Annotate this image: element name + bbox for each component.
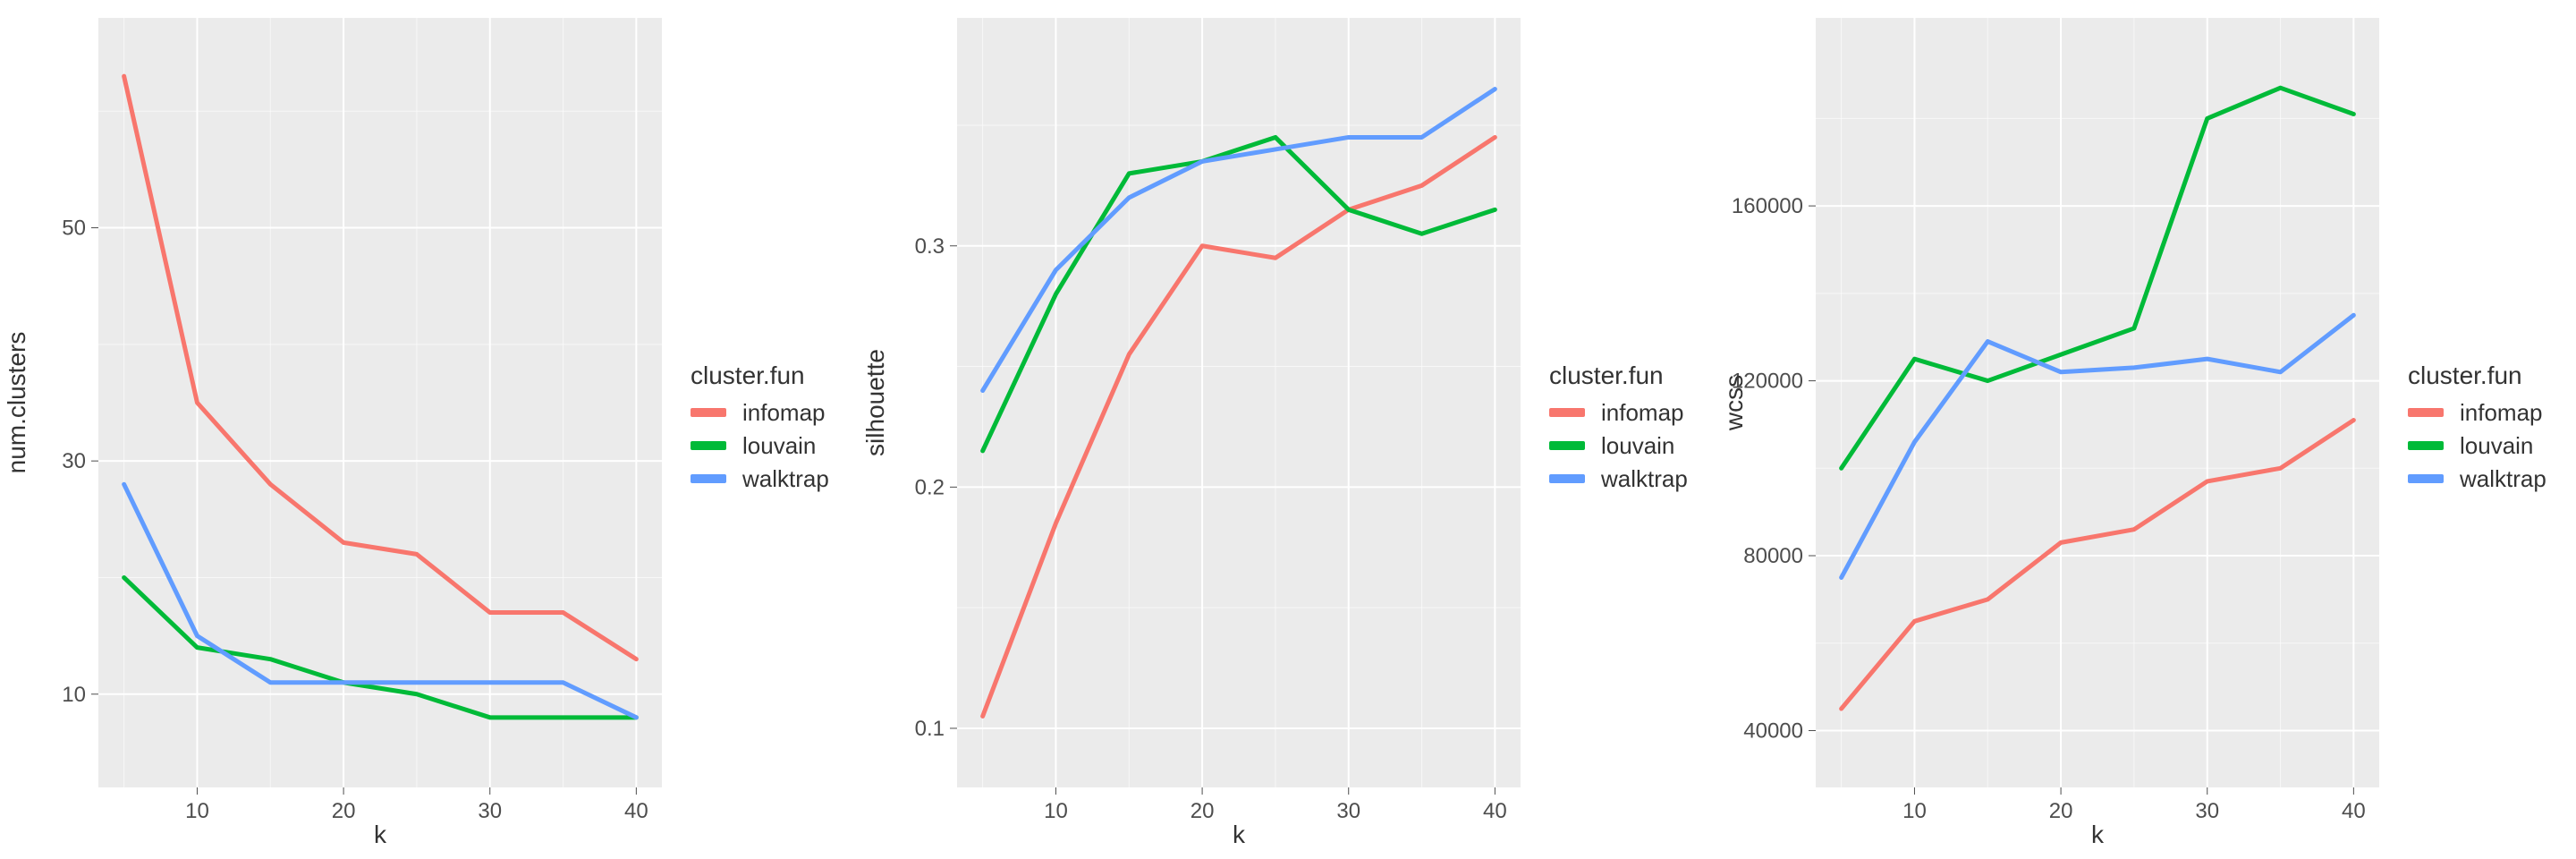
chart-panel: 102030404000080000120000160000kwcss bbox=[1717, 0, 2397, 859]
legend-title: cluster.fun bbox=[2408, 361, 2546, 390]
x-axis-title: k bbox=[374, 821, 387, 848]
x-tick-label: 40 bbox=[2342, 799, 2366, 823]
chart-facet: 10 20 30 40 10 30 50 k num.clusters cluster.fun in… bbox=[0, 0, 859, 859]
legend-label: louvain bbox=[2460, 432, 2533, 460]
legend-swatch bbox=[2408, 474, 2444, 483]
y-axis-title: silhouette bbox=[861, 349, 889, 456]
y-tick-label: 0.3 bbox=[915, 234, 945, 259]
legend-label: walktrap bbox=[2460, 465, 2546, 493]
legend-swatch bbox=[691, 474, 726, 483]
y-axis-title: num.clusters bbox=[3, 332, 30, 474]
panel-bg bbox=[957, 18, 1521, 787]
legend-entry: infomap bbox=[691, 399, 829, 427]
y-tick-label: 10 bbox=[62, 683, 86, 707]
legend-label: walktrap bbox=[742, 465, 829, 493]
x-axis-title: k bbox=[1233, 821, 1246, 848]
x-tick-label: 20 bbox=[332, 799, 356, 823]
legend-label: walktrap bbox=[1601, 465, 1688, 493]
x-tick-label: 30 bbox=[478, 799, 502, 823]
panel-bg bbox=[1816, 18, 2379, 787]
x-axis-title: k bbox=[2091, 821, 2105, 848]
legend: cluster.fun infomap louvain walktrap bbox=[1549, 361, 1688, 498]
legend-title: cluster.fun bbox=[1549, 361, 1688, 390]
x-tick-label: 20 bbox=[1191, 799, 1215, 823]
x-tick-label: 30 bbox=[2195, 799, 2219, 823]
legend-label: infomap bbox=[2460, 399, 2543, 427]
legend-entry: louvain bbox=[691, 432, 829, 460]
x-tick-label: 10 bbox=[1044, 799, 1068, 823]
legend-entry: louvain bbox=[1549, 432, 1688, 460]
x-tick-label: 40 bbox=[624, 799, 648, 823]
legend-entry: walktrap bbox=[1549, 465, 1688, 493]
legend-entry: infomap bbox=[2408, 399, 2546, 427]
chart-panel: 10 20 30 40 0.1 0.2 0.3 k silhouette bbox=[859, 0, 1538, 859]
chart-panel: 10 20 30 40 10 30 50 k num.clusters bbox=[0, 0, 680, 859]
legend-label: infomap bbox=[1601, 399, 1684, 427]
legend: cluster.fun infomap louvain walktrap bbox=[691, 361, 829, 498]
x-tick-label: 20 bbox=[2049, 799, 2073, 823]
x-tick-label: 10 bbox=[1902, 799, 1927, 823]
chart-facet: 102030404000080000120000160000kwcssclust… bbox=[1717, 0, 2576, 859]
legend-swatch bbox=[1549, 474, 1585, 483]
legend-entry: walktrap bbox=[2408, 465, 2546, 493]
x-tick-label: 10 bbox=[185, 799, 209, 823]
legend-label: infomap bbox=[742, 399, 826, 427]
y-tick-label: 50 bbox=[62, 217, 86, 241]
x-tick-label: 30 bbox=[1336, 799, 1360, 823]
y-tick-label: 160000 bbox=[1732, 194, 1803, 218]
legend-label: louvain bbox=[742, 432, 816, 460]
legend: cluster.fun infomap louvain walktrap bbox=[2408, 361, 2546, 498]
x-tick-label: 40 bbox=[1483, 799, 1507, 823]
legend-swatch bbox=[691, 441, 726, 450]
legend-swatch bbox=[1549, 441, 1585, 450]
y-tick-label: 40000 bbox=[1743, 719, 1803, 743]
legend-swatch bbox=[2408, 441, 2444, 450]
y-tick-label: 0.2 bbox=[915, 475, 945, 499]
legend-swatch bbox=[691, 408, 726, 417]
y-tick-label: 80000 bbox=[1743, 544, 1803, 568]
legend-label: louvain bbox=[1601, 432, 1674, 460]
legend-entry: walktrap bbox=[691, 465, 829, 493]
legend-swatch bbox=[2408, 408, 2444, 417]
legend-entry: infomap bbox=[1549, 399, 1688, 427]
chart-facet: 10 20 30 40 0.1 0.2 0.3 k silhouette cluster.fun i… bbox=[859, 0, 1717, 859]
legend-title: cluster.fun bbox=[691, 361, 829, 390]
legend-entry: louvain bbox=[2408, 432, 2546, 460]
y-tick-label: 0.1 bbox=[915, 717, 945, 741]
panel-bg bbox=[98, 18, 662, 787]
y-tick-label: 30 bbox=[62, 449, 86, 473]
y-axis-title: wcss bbox=[1720, 375, 1748, 431]
legend-swatch bbox=[1549, 408, 1585, 417]
